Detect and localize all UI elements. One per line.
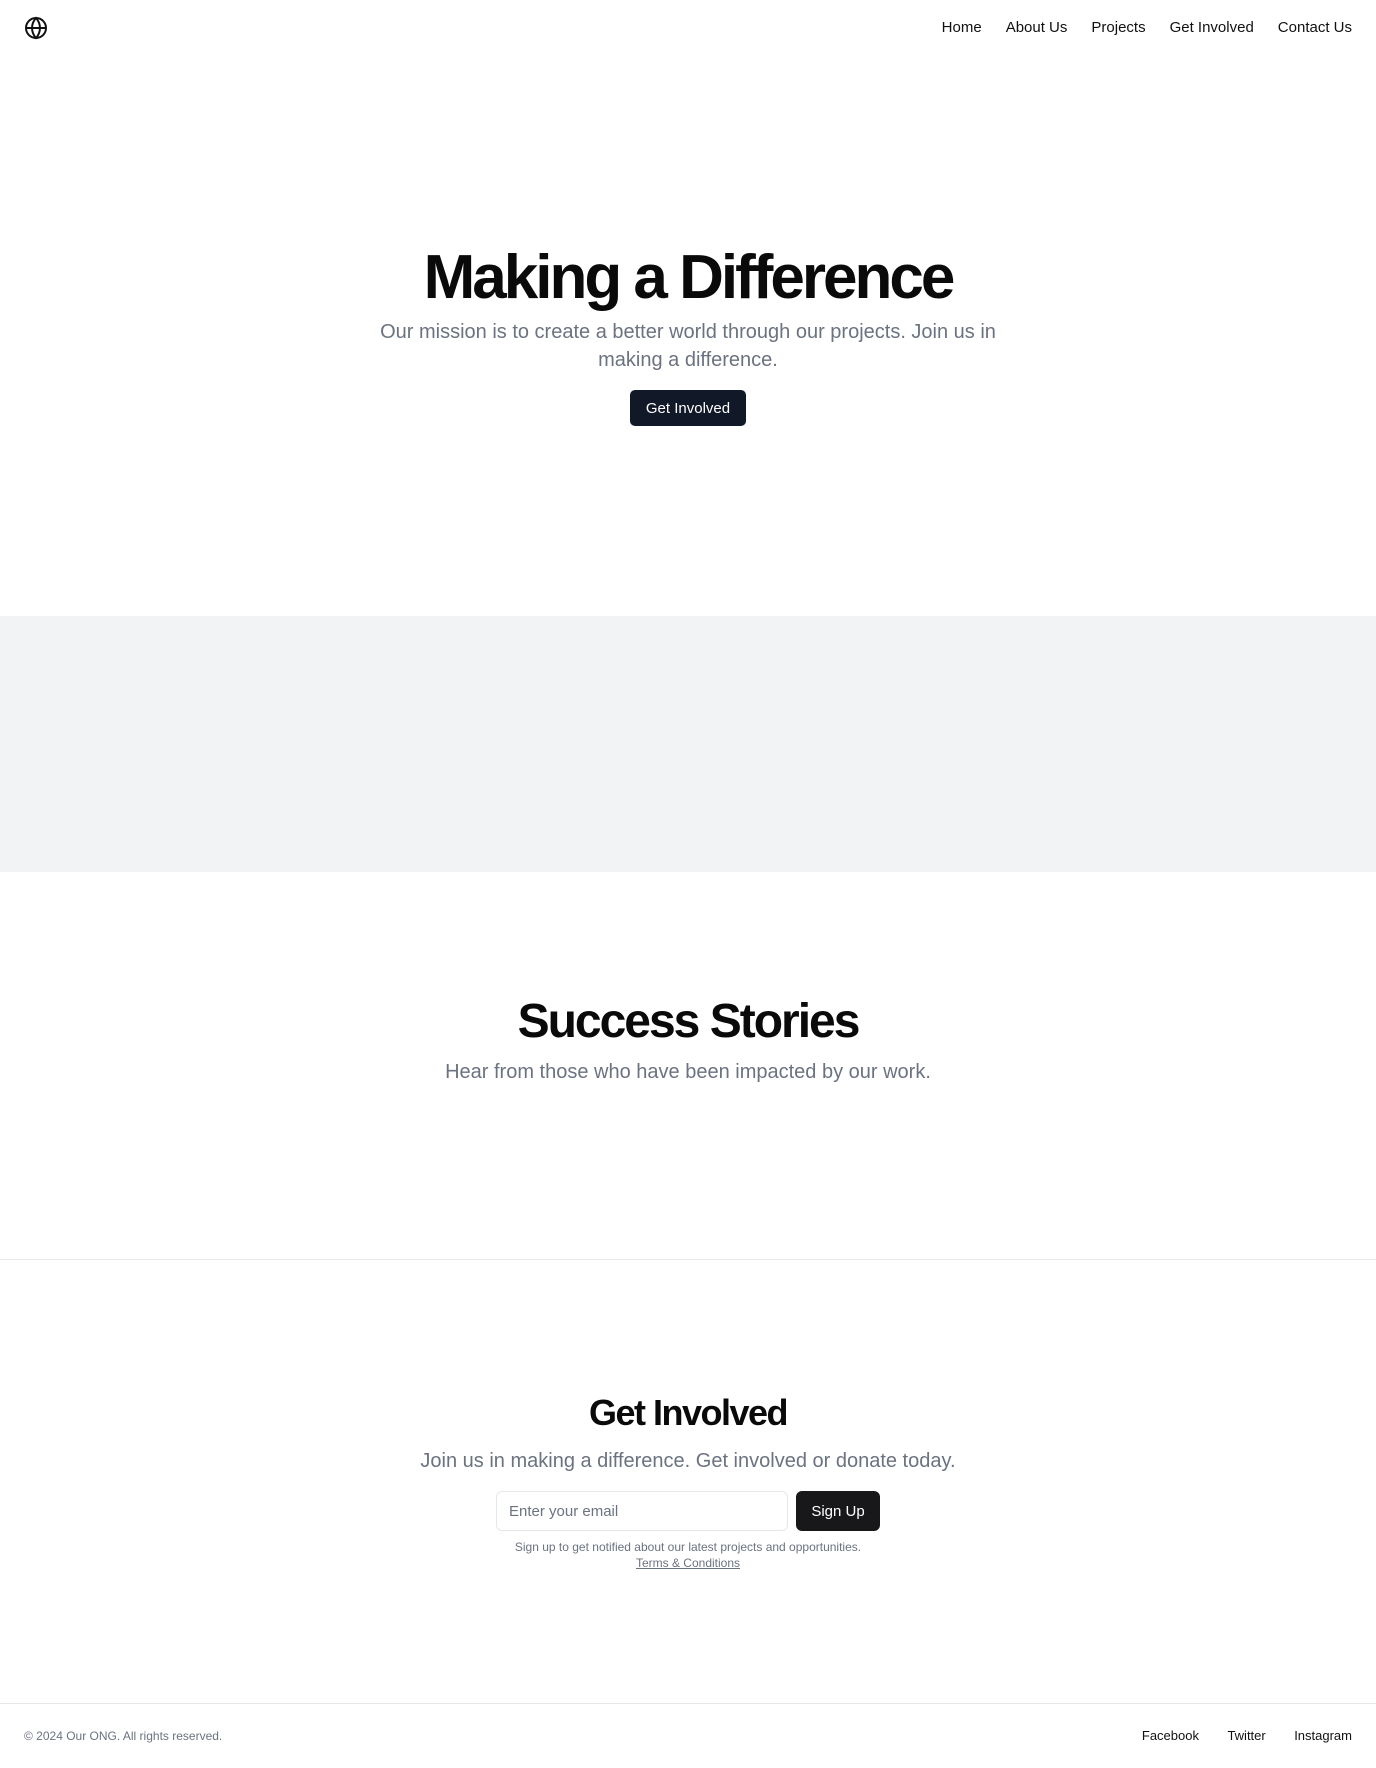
nav-contact-us[interactable]: Contact Us: [1278, 18, 1352, 38]
hero-section: Making a Difference Our mission is to cr…: [0, 56, 1376, 616]
image-placeholder-band: [0, 616, 1376, 872]
success-stories-section: Success Stories Hear from those who have…: [0, 872, 1376, 1260]
nav-projects[interactable]: Projects: [1091, 18, 1145, 38]
twitter-link[interactable]: Twitter: [1227, 1728, 1265, 1743]
instagram-link[interactable]: Instagram: [1294, 1728, 1352, 1743]
nav-home[interactable]: Home: [942, 18, 982, 38]
main-nav: Home About Us Projects Get Involved Cont…: [918, 18, 1352, 38]
social-links: Facebook Twitter Instagram: [1118, 1727, 1352, 1745]
hero-title: Making a Difference: [423, 243, 956, 312]
facebook-link[interactable]: Facebook: [1142, 1728, 1199, 1743]
stories-subtitle: Hear from those who have been impacted b…: [445, 1061, 931, 1083]
signup-form: Sign Up: [496, 1491, 880, 1531]
email-input[interactable]: [496, 1491, 788, 1531]
globe-icon: [25, 16, 47, 40]
signup-fineprint: Sign up to get notified about our latest…: [514, 1540, 862, 1554]
get-involved-section: Get Involved Join us in making a differe…: [0, 1261, 1376, 1703]
terms-link[interactable]: Terms & Conditions: [636, 1555, 740, 1571]
copyright-text: © 2024 Our ONG. All rights reserved.: [24, 1729, 223, 1743]
site-header: Home About Us Projects Get Involved Cont…: [0, 0, 1376, 56]
site-footer: © 2024 Our ONG. All rights reserved. Fac…: [0, 1703, 1376, 1768]
get-involved-button[interactable]: Get Involved: [630, 390, 746, 426]
hero-subtitle: Our mission is to create a better world …: [380, 321, 996, 371]
stories-title: Success Stories: [517, 995, 861, 1048]
nav-get-involved[interactable]: Get Involved: [1170, 18, 1254, 38]
sign-up-button[interactable]: Sign Up: [796, 1491, 880, 1531]
logo-link[interactable]: [24, 16, 48, 40]
involved-lead: Join us in making a difference. Get invo…: [420, 1450, 956, 1472]
nav-about-us[interactable]: About Us: [1006, 18, 1068, 38]
involved-title: Get Involved: [588, 1392, 789, 1433]
